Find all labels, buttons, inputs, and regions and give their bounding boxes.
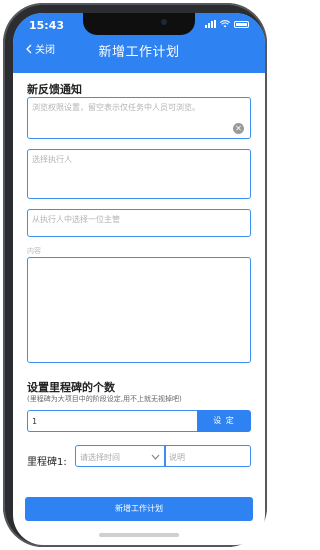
supervisor-placeholder: 从执行人中选择一位主管 (32, 215, 120, 224)
executor-input[interactable]: 选择执行人 (27, 149, 251, 199)
visibility-placeholder: 浏览权限设置，留空表示仅任务中人员可浏览。 (32, 103, 200, 112)
description-placeholder: 说明 (169, 453, 185, 462)
milestone-description-input[interactable]: 说明 (165, 445, 251, 467)
phone-frame: 15:43 关闭 新增工作计划 新反馈通知 浏览权限设置，留空表示仅任务中人员可… (3, 3, 267, 547)
chevron-down-icon (151, 454, 160, 460)
status-time: 15:43 (29, 19, 65, 32)
milestone-hint: (里程碑为大项目中的阶段设定,用不上就无视掉吧) (27, 395, 182, 403)
header-bar: 15:43 关闭 新增工作计划 (13, 13, 265, 73)
supervisor-input[interactable]: 从执行人中选择一位主管 (27, 209, 251, 237)
visibility-input[interactable]: 浏览权限设置，留空表示仅任务中人员可浏览。 ✕ (27, 97, 251, 139)
clear-icon[interactable]: ✕ (233, 123, 244, 134)
wifi-icon (220, 20, 230, 28)
content-label: 内容 (27, 247, 41, 255)
content-textarea[interactable] (27, 257, 251, 363)
milestone-time-select[interactable]: 请选择时间 (75, 445, 165, 467)
milestone-count-input[interactable]: 1 (27, 410, 197, 432)
executor-placeholder: 选择执行人 (32, 155, 72, 164)
page-title: 新增工作计划 (98, 45, 180, 60)
battery-icon (234, 20, 249, 28)
status-icons (205, 20, 249, 28)
notice-section-title: 新反馈通知 (27, 83, 82, 96)
signal-icon (205, 20, 216, 28)
set-milestone-button[interactable]: 设 定 (197, 410, 251, 432)
home-indicator (99, 533, 179, 537)
app-screen: 15:43 关闭 新增工作计划 新反馈通知 浏览权限设置，留空表示仅任务中人员可… (13, 13, 265, 545)
time-select-placeholder: 请选择时间 (80, 453, 120, 462)
milestone-1-label: 里程碑1: (27, 457, 67, 468)
milestone-section-title: 设置里程碑的个数 (27, 381, 115, 394)
submit-plan-button[interactable]: 新增工作计划 (25, 497, 253, 521)
device-notch (83, 13, 195, 35)
